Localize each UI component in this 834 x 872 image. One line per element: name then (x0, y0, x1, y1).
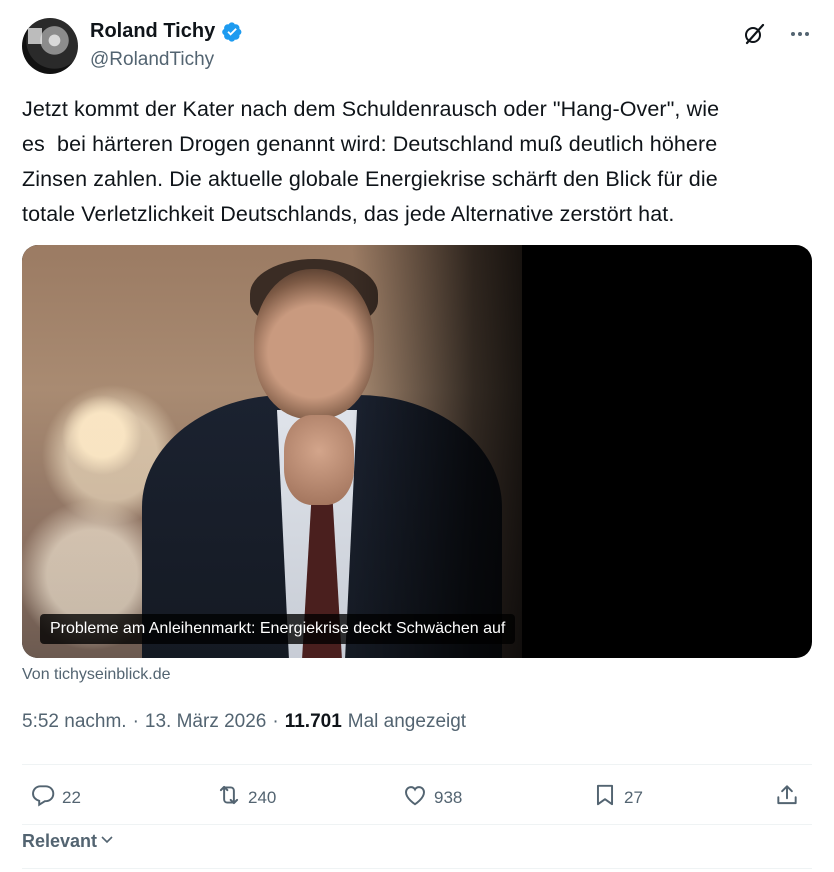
divider (22, 868, 812, 869)
repost-button[interactable]: 240 (216, 782, 276, 813)
chevron-down-icon (99, 831, 115, 852)
share-button[interactable] (774, 782, 800, 813)
author-name-row: Roland Tichy (90, 20, 243, 43)
bookmark-icon (592, 782, 618, 813)
tweet-meta: 5:52 nachm. · 13. März 2026 · 11.701 Mal… (22, 711, 466, 733)
views-label: Mal angezeigt (347, 711, 467, 732)
tweet-text: Jetzt kommt der Kater nach dem Schuldenr… (22, 97, 720, 226)
grok-icon[interactable] (742, 22, 766, 46)
tweet-actions: 22 240 938 27 (22, 770, 812, 826)
repost-icon (216, 782, 242, 813)
like-count: 938 (434, 787, 463, 807)
meta-separator: · (132, 711, 139, 732)
link-card-image[interactable]: Probleme am Anleihenmarkt: Energiekrise … (22, 245, 812, 658)
verified-badge-icon (221, 21, 243, 43)
reply-button[interactable]: 22 (30, 782, 81, 813)
reply-count: 22 (62, 787, 81, 807)
author-avatar[interactable] (22, 18, 78, 74)
card-source-link[interactable]: Von tichyseinblick.de (22, 666, 171, 684)
reply-icon (30, 782, 56, 813)
views-count: 11.701 (284, 711, 342, 732)
like-button[interactable]: 938 (402, 782, 462, 813)
sort-label: Relevant (22, 831, 98, 851)
bookmark-button[interactable]: 27 (592, 782, 643, 813)
divider (22, 764, 812, 765)
tweet-time[interactable]: 5:52 nachm. (22, 711, 127, 733)
meta-separator: · (272, 711, 279, 732)
card-caption: Probleme am Anleihenmarkt: Energiekrise … (40, 614, 516, 644)
like-icon (402, 782, 428, 813)
photo-hand (284, 415, 354, 505)
author-handle[interactable]: @RolandTichy (90, 49, 214, 71)
sort-relevant-dropdown[interactable]: Relevant (22, 831, 115, 852)
share-icon (774, 782, 800, 813)
tweet-top-actions (742, 22, 812, 46)
author-name[interactable]: Roland Tichy (90, 20, 215, 43)
tweet-date[interactable]: 13. März 2026 (145, 711, 266, 733)
divider (22, 824, 812, 825)
bookmark-count: 27 (624, 787, 643, 807)
more-icon[interactable] (788, 22, 812, 46)
repost-count: 240 (248, 787, 277, 807)
photo-fade (352, 245, 572, 658)
